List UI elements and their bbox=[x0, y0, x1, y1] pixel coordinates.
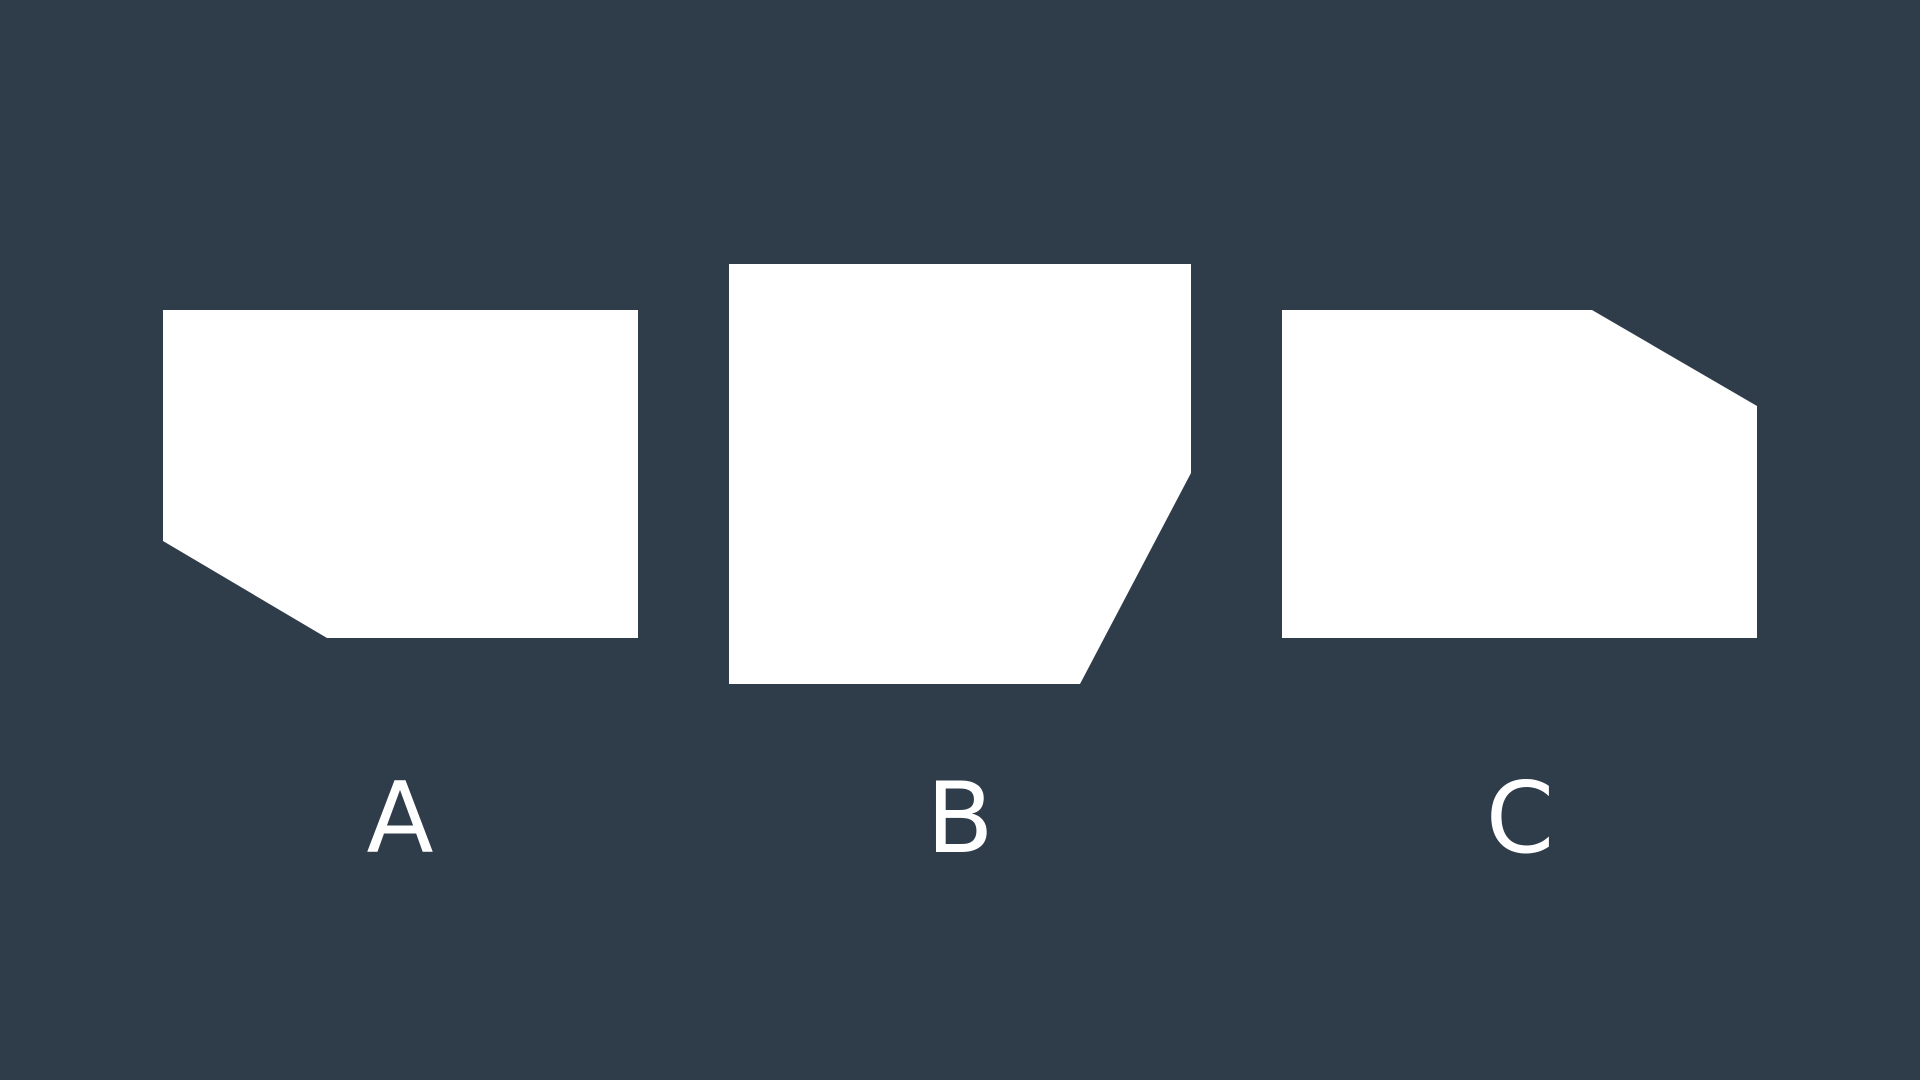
option-c-shape[interactable] bbox=[1282, 310, 1757, 638]
answer-options-diagram: A B C bbox=[163, 264, 1757, 876]
option-a-label: A bbox=[366, 762, 433, 876]
option-b-label: B bbox=[926, 762, 993, 876]
option-a-shape[interactable] bbox=[163, 310, 638, 638]
option-c-label: C bbox=[1486, 762, 1554, 876]
option-b[interactable]: B bbox=[729, 264, 1191, 876]
option-b-shape[interactable] bbox=[729, 264, 1191, 684]
option-a[interactable]: A bbox=[163, 310, 638, 876]
option-c[interactable]: C bbox=[1282, 310, 1757, 876]
